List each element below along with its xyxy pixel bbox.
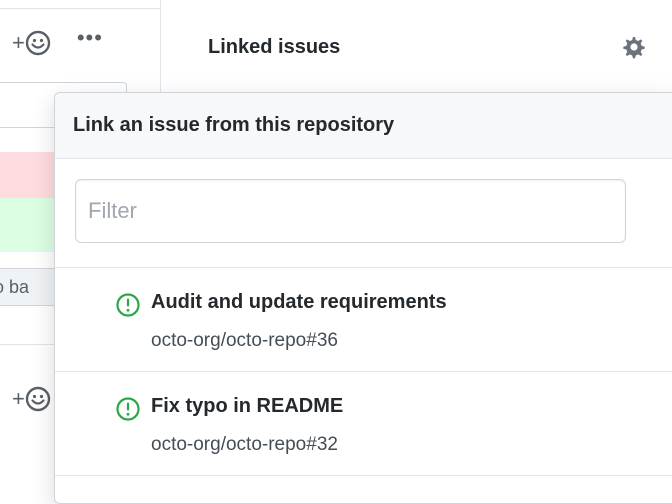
comment-actions: + <box>12 386 51 412</box>
filter-input[interactable] <box>75 179 626 243</box>
linked-issues-heading[interactable]: Linked issues <box>208 36 340 59</box>
issue-reference: octo-org/octo-repo#36 <box>151 330 338 351</box>
gear-icon[interactable] <box>620 34 646 60</box>
comment-actions: + ••• <box>12 27 103 56</box>
issue-list-item[interactable]: Audit and update requirements octo-org/o… <box>55 268 672 372</box>
plus-icon[interactable]: + <box>12 32 25 54</box>
issue-opened-icon <box>116 293 140 317</box>
issue-reference: octo-org/octo-repo#32 <box>151 434 338 455</box>
snippet-button[interactable]: o ba <box>0 268 59 306</box>
filter-section <box>55 159 672 268</box>
link-issue-popover: Link an issue from this repository Audit… <box>54 92 672 504</box>
smiley-icon[interactable] <box>25 30 51 56</box>
diff-addition-line <box>0 198 58 252</box>
plus-icon[interactable]: + <box>12 388 25 410</box>
issue-list-item[interactable]: Fix typo in README octo-org/octo-repo#32 <box>55 372 672 476</box>
popover-title: Link an issue from this repository <box>55 93 672 159</box>
divider <box>0 344 58 345</box>
issue-title: Audit and update requirements <box>151 291 447 313</box>
kebab-horizontal-icon[interactable]: ••• <box>77 27 103 49</box>
issue-title: Fix typo in README <box>151 395 344 417</box>
diff-deletion-line <box>0 152 58 198</box>
divider <box>0 8 160 9</box>
smiley-icon[interactable] <box>25 386 51 412</box>
issue-opened-icon <box>116 397 140 421</box>
